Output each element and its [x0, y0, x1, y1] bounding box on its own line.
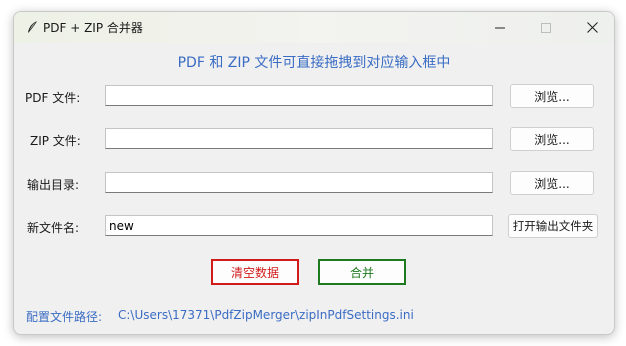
- new-filename-label: 新文件名:: [27, 221, 80, 235]
- merge-button[interactable]: 合并: [318, 259, 406, 285]
- minimize-icon: [495, 27, 505, 28]
- zip-file-label: ZIP 文件:: [30, 134, 81, 148]
- maximize-button[interactable]: [523, 12, 569, 43]
- feather-icon: [28, 21, 37, 33]
- clear-data-button[interactable]: 清空数据: [211, 259, 299, 285]
- browse-zip-button[interactable]: 浏览...: [510, 127, 594, 151]
- window-title: PDF + ZIP 合并器: [43, 21, 143, 35]
- browse-output-button[interactable]: 浏览...: [510, 171, 594, 195]
- output-dir-label: 输出目录:: [27, 178, 80, 192]
- maximize-icon: [541, 22, 551, 33]
- minimize-button[interactable]: [477, 12, 523, 43]
- open-output-folder-button[interactable]: 打开输出文件夹: [508, 214, 598, 238]
- config-path-label: 配置文件路径:: [26, 310, 103, 324]
- pdf-file-input[interactable]: [105, 85, 493, 106]
- close-button[interactable]: [569, 12, 614, 43]
- output-dir-input[interactable]: [105, 172, 493, 193]
- zip-file-input[interactable]: [105, 128, 493, 149]
- title-bar: PDF + ZIP 合并器: [14, 12, 614, 43]
- app-window: PDF + ZIP 合并器 PDF 和 ZIP 文件可直接拖拽到对应输入框中 P…: [13, 11, 615, 335]
- pdf-file-label: PDF 文件:: [25, 91, 81, 105]
- instruction-heading: PDF 和 ZIP 文件可直接拖拽到对应输入框中: [177, 55, 451, 71]
- browse-pdf-button[interactable]: 浏览...: [510, 84, 594, 108]
- new-filename-input[interactable]: [105, 215, 493, 236]
- config-path-value: C:\Users\17371\PdfZipMerger\zipInPdfSett…: [118, 308, 414, 322]
- close-icon: [586, 22, 598, 33]
